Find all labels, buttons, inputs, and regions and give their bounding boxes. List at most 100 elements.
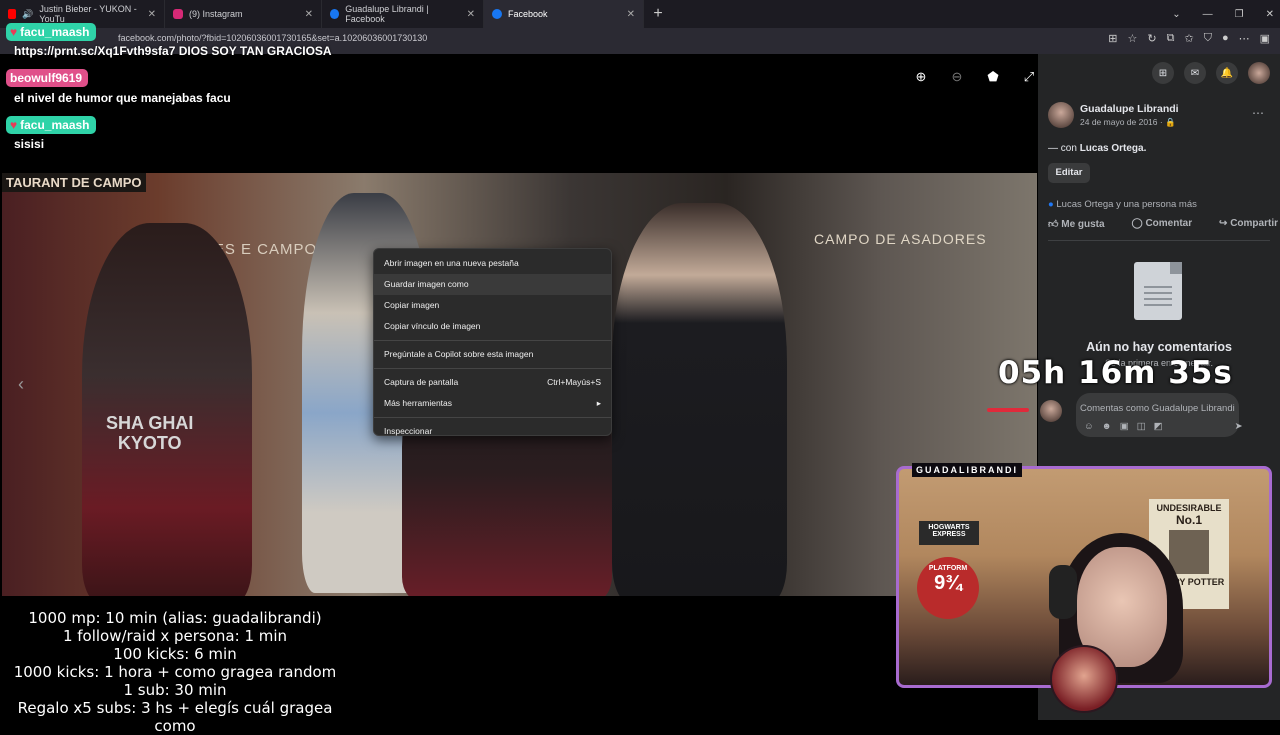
poster-photo: [1169, 530, 1209, 574]
person-left: [82, 223, 252, 596]
divider: [1048, 240, 1270, 241]
refresh-icon[interactable]: ↻: [1147, 32, 1156, 45]
close-icon[interactable]: ✕: [305, 9, 313, 20]
share-button[interactable]: ↪ Compartir: [1219, 218, 1278, 230]
tab-label: (9) Instagram: [189, 9, 243, 19]
thumbs-up-icon: 👍︎: [1048, 219, 1059, 230]
more-options-icon[interactable]: ⋯: [1252, 106, 1264, 120]
tagged-name[interactable]: Lucas Ortega.: [1080, 143, 1147, 154]
menu-item-more-tools[interactable]: Más herramientas ▸: [374, 393, 611, 414]
send-icon[interactable]: ➤: [1235, 421, 1243, 432]
maximize-icon[interactable]: ❐: [1235, 9, 1244, 20]
like-reaction-icon: ●: [1048, 199, 1054, 210]
messenger-icon[interactable]: ✉: [1184, 62, 1206, 84]
notifications-icon[interactable]: 🔔: [1216, 62, 1238, 84]
close-window-icon[interactable]: ✕: [1266, 9, 1274, 20]
like-button[interactable]: 👍︎ Me gusta: [1048, 218, 1105, 230]
goal-line: 1000 kicks: 1 hora + como gragea random: [13, 663, 337, 681]
youtube-icon: [8, 9, 17, 19]
favorite-star-icon[interactable]: ☆: [1128, 32, 1138, 45]
emoji-icon[interactable]: ☻: [1102, 421, 1112, 432]
favorites-icon[interactable]: ✩: [1184, 32, 1193, 45]
subathon-goals: 1000 mp: 10 min (alias: guadalibrandi) 1…: [0, 609, 350, 735]
zoom-out-icon[interactable]: ⊖: [946, 66, 968, 88]
menu-item-open-image[interactable]: Abrir imagen en una nueva pestaña: [374, 253, 611, 274]
shirt-text: SHA GHAI KYOTO: [106, 413, 194, 453]
share-icon: ↪: [1219, 218, 1228, 229]
avatar-sticker-icon[interactable]: ☺: [1084, 421, 1094, 432]
goal-line: 100 kicks: 6 min: [113, 645, 237, 663]
fullscreen-icon[interactable]: ⤢: [1018, 66, 1040, 88]
camera-icon[interactable]: ▣: [1120, 421, 1129, 432]
shield-icon[interactable]: ⛉: [1204, 32, 1212, 45]
viewer-tools: ⊕ ⊖ ⬟ ⤢: [910, 66, 1040, 88]
person-right: [612, 203, 787, 596]
menu-item-screenshot[interactable]: Captura de pantalla Ctrl+Mayús+S: [374, 372, 611, 393]
gif-icon[interactable]: ◫: [1137, 421, 1146, 432]
menu-item-copy-image[interactable]: Copiar imagen: [374, 295, 611, 316]
comment-input[interactable]: Comentas como Guadalupe Librandi ☺ ☻ ▣ ◫…: [1076, 393, 1243, 437]
close-icon[interactable]: ✕: [467, 9, 475, 20]
menu-item-inspect[interactable]: Inspeccionar: [374, 421, 611, 442]
comment-icon: ◯: [1131, 218, 1143, 229]
commenter-avatar: [1040, 400, 1062, 422]
close-icon[interactable]: ✕: [627, 9, 635, 20]
chat-username: beowulf9619: [6, 69, 89, 87]
restaurant-sign: TAURANT DE CAMPO: [2, 173, 146, 192]
goal-line: 1 sub: 30 min: [123, 681, 227, 699]
streamer-avatar-bubble: [1050, 645, 1118, 713]
no-comments-title: Aún no hay comentarios: [1086, 340, 1232, 354]
facebook-header-icons: ⊞ ✉ 🔔: [1152, 62, 1270, 84]
sidebar-icon[interactable]: ▣: [1260, 32, 1270, 45]
platform-sign: PLATFORM 9¾: [917, 557, 979, 619]
minimize-icon[interactable]: —: [1203, 9, 1213, 20]
new-tab-button[interactable]: +: [644, 5, 672, 23]
facebook-icon: [330, 9, 340, 19]
menu-item-save-image[interactable]: Guardar imagen como: [374, 274, 611, 295]
tab-instagram[interactable]: (9) Instagram ✕: [165, 0, 322, 28]
post-date[interactable]: 24 de mayo de 2016 · 🔒: [1080, 117, 1176, 128]
zoom-in-icon[interactable]: ⊕: [910, 66, 932, 88]
shortcut-label: Ctrl+Mayús+S: [547, 377, 601, 387]
post-tagged: — con Lucas Ortega.: [1048, 143, 1147, 154]
author-avatar[interactable]: [1048, 102, 1074, 128]
speaker-icon[interactable]: 🔊: [22, 9, 33, 20]
hogwarts-sign: HOGWARTS EXPRESS: [919, 521, 979, 545]
tab-bar: 🔊 Justin Bieber - YUKON - YouTu ✕ (9) In…: [0, 0, 1280, 28]
instagram-icon: [173, 9, 183, 19]
url-field[interactable]: facebook.com/photo/?fbid=102060360017301…: [118, 33, 427, 43]
badge-icon: ♥: [10, 25, 18, 39]
chat-username: ♥ facu_maash: [6, 116, 96, 134]
tag-icon[interactable]: ⬟: [982, 66, 1004, 88]
edit-button[interactable]: Editar: [1048, 163, 1090, 183]
close-icon[interactable]: ✕: [148, 9, 156, 20]
post-actions: 👍︎ Me gusta ◯ Comentar ↪ Compartir: [1048, 218, 1278, 230]
menu-grid-icon[interactable]: ⊞: [1152, 62, 1174, 84]
asadores-sign: CAMPO DE ASADORES: [814, 231, 987, 247]
reactions-summary[interactable]: ● Lucas Ortega y una persona más: [1048, 199, 1197, 210]
tab-facebook-profile[interactable]: Guadalupe Librandi | Facebook ✕: [322, 0, 484, 28]
menu-item-ask-copilot[interactable]: Pregúntale a Copilot sobre esta imagen: [374, 344, 611, 365]
facebook-icon: [492, 9, 502, 19]
app-icon[interactable]: ⊞: [1108, 32, 1117, 45]
privacy-icon: 🔒: [1165, 117, 1176, 127]
profile-icon[interactable]: ●: [1222, 32, 1229, 45]
more-icon[interactable]: ⋯: [1239, 32, 1250, 45]
tab-facebook[interactable]: Facebook ✕: [484, 0, 644, 28]
menu-separator: [374, 368, 611, 369]
stream-timer: 05h 16m 35s: [998, 355, 1233, 391]
avatar[interactable]: [1248, 62, 1270, 84]
post-author[interactable]: Guadalupe Librandi: [1080, 103, 1179, 115]
menu-separator: [374, 340, 611, 341]
chat-message: el nivel de humor que manejabas facu: [14, 91, 231, 105]
extensions-icon[interactable]: ⧉: [1167, 32, 1175, 45]
tab-label: Facebook: [508, 9, 548, 19]
goal-line: Regalo x5 subs: 3 hs + elegís cuál grage…: [17, 699, 333, 735]
menu-item-copy-image-link[interactable]: Copiar vínculo de imagen: [374, 316, 611, 337]
sticker-icon[interactable]: ◩: [1154, 421, 1163, 432]
comment-button[interactable]: ◯ Comentar: [1131, 218, 1192, 230]
goal-line: 1000 mp: 10 min (alias: guadalibrandi): [28, 609, 322, 627]
tab-actions-icon[interactable]: ⌄: [1172, 9, 1180, 20]
empty-document-icon: [1134, 262, 1182, 320]
previous-photo-icon[interactable]: ‹: [18, 374, 24, 395]
